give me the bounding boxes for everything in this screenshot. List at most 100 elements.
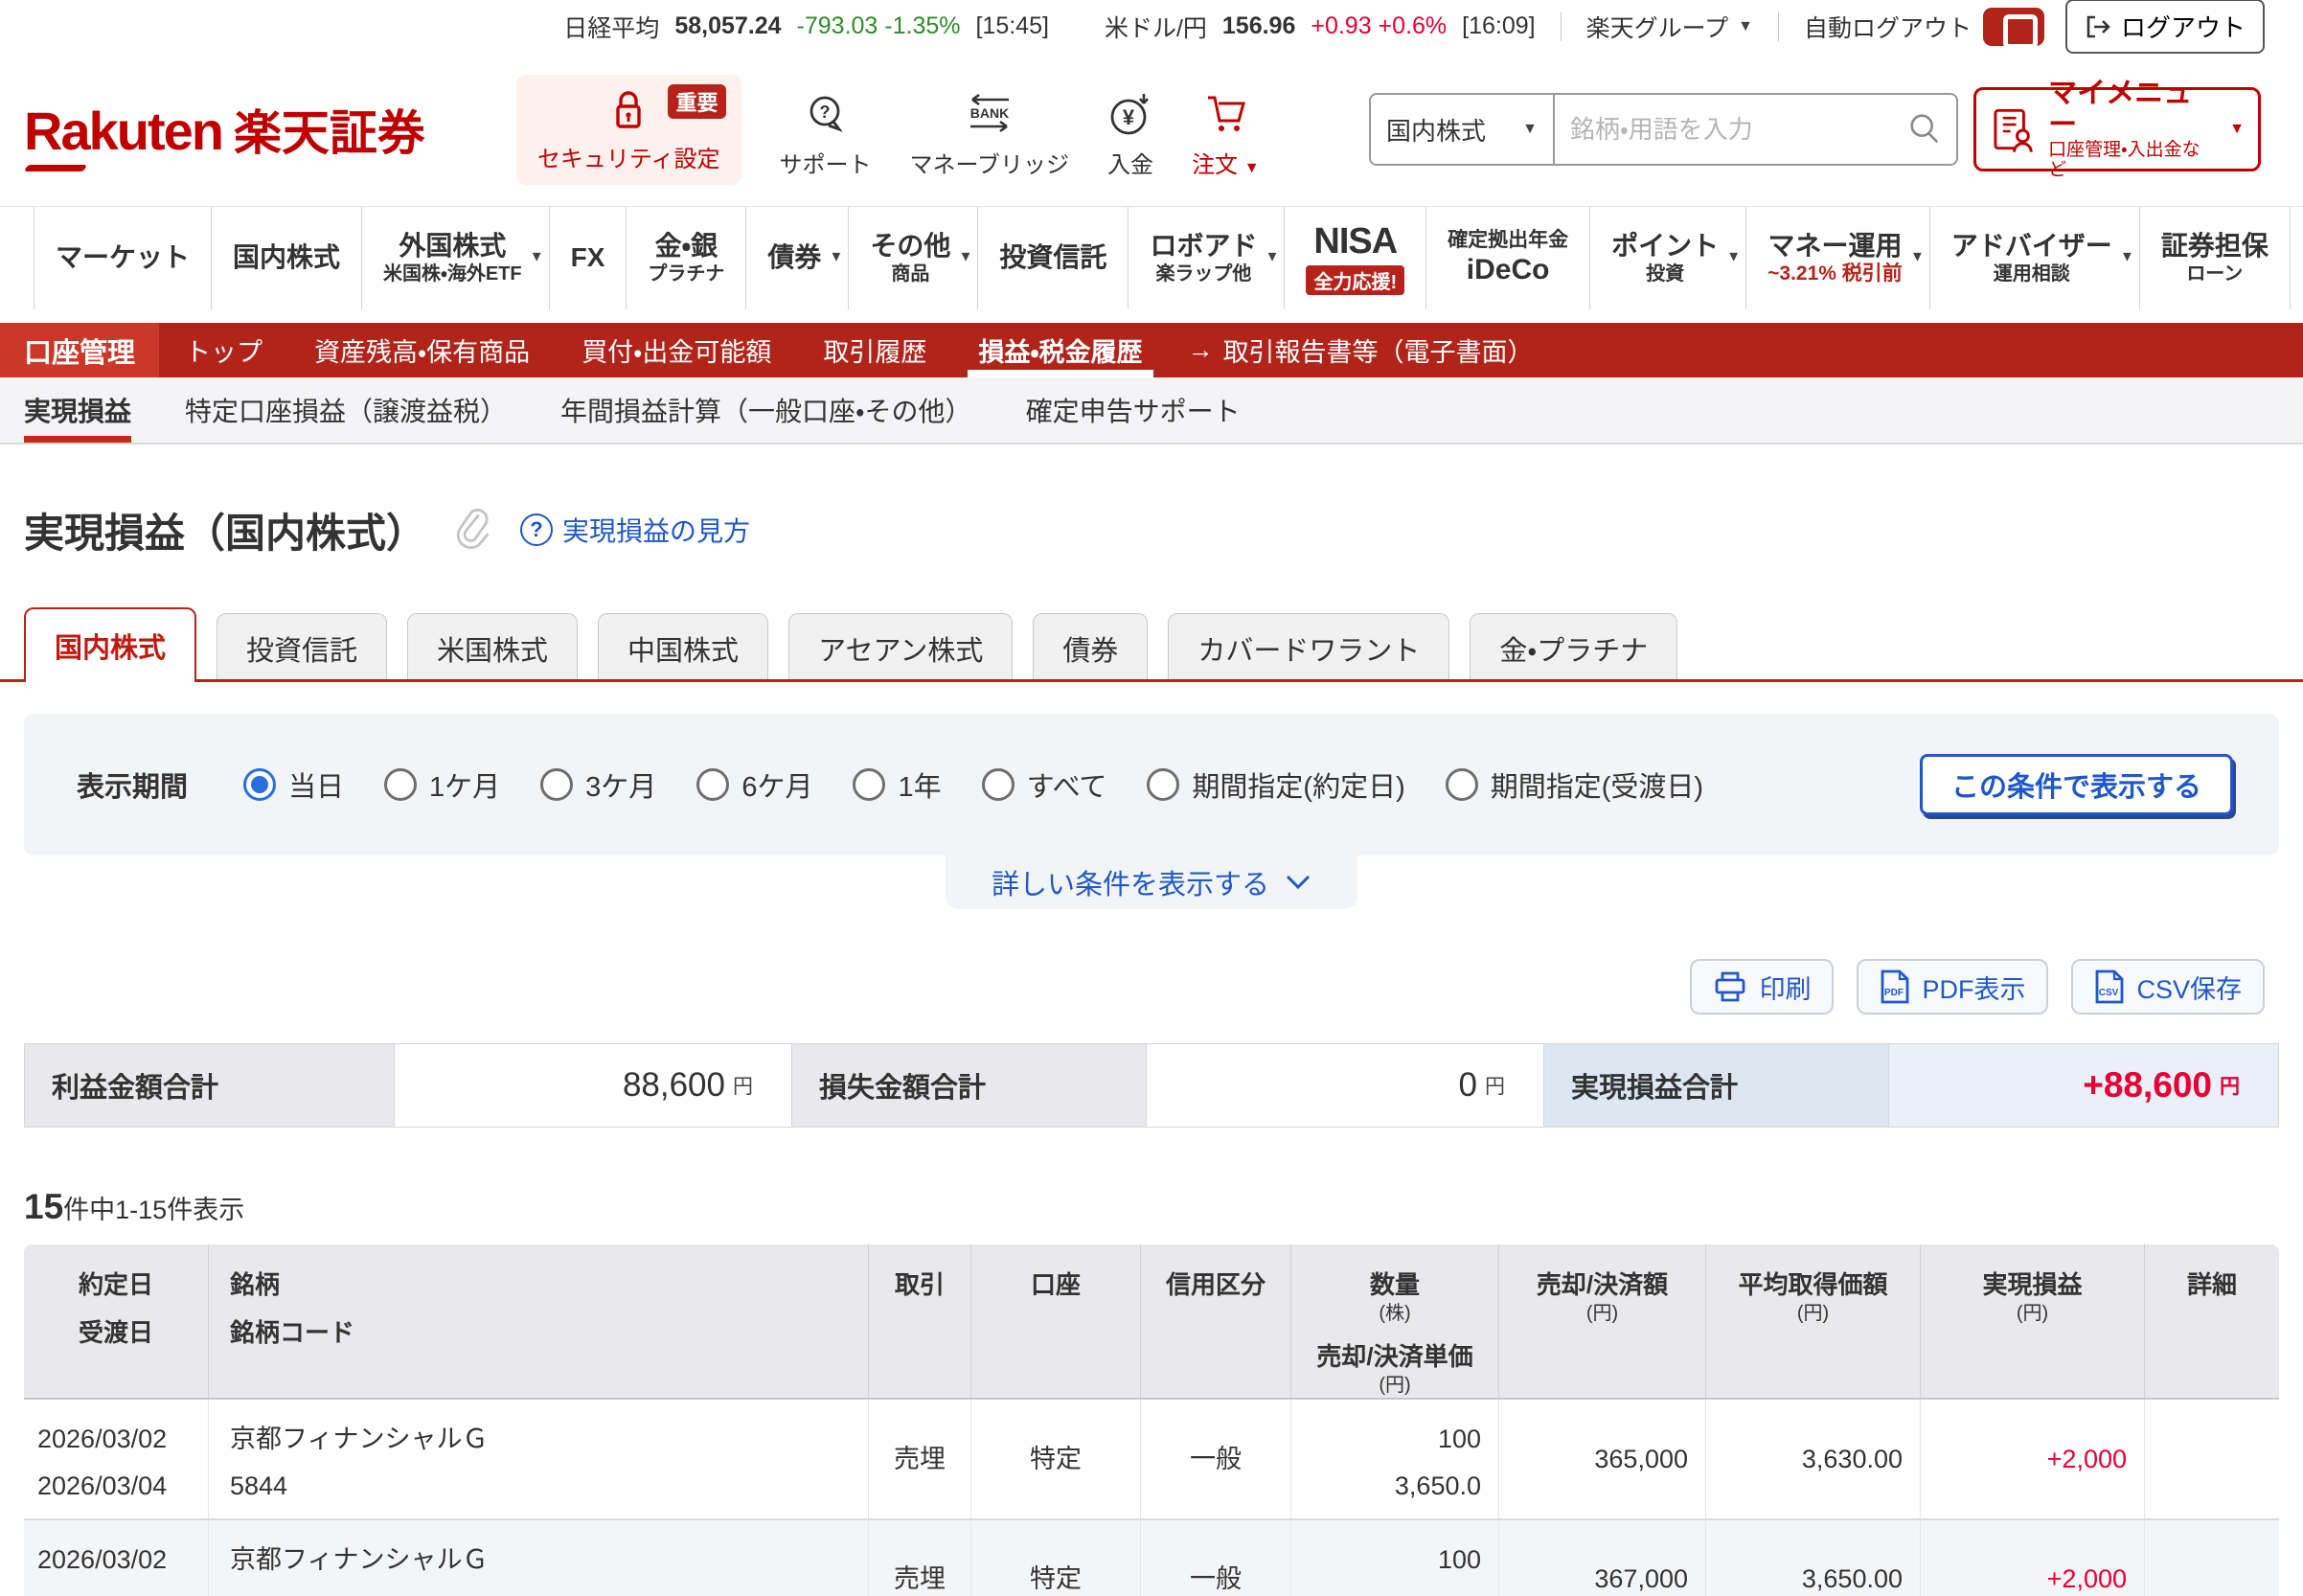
subnav-annual-pl-calc[interactable]: 年間損益計算（一般口座・その他）	[560, 377, 972, 443]
page-title: 実現損益（国内株式）	[24, 510, 427, 556]
realized-pl-help-link[interactable]: ? 実現損益の見方	[520, 511, 750, 549]
account-nav-top[interactable]: トップ	[159, 323, 288, 377]
nav-money-management[interactable]: マネー運用 ~3.21% 税引前 ▼	[1745, 207, 1929, 309]
realized-pl-total-value: +88,600 円	[1888, 1044, 2278, 1127]
nav-mutual-funds[interactable]: 投資信託	[977, 207, 1128, 309]
csv-file-icon: CSV	[2096, 969, 2124, 1004]
loss-total-value: 0 円	[1146, 1044, 1543, 1127]
table-header: 約定日 受渡日 銘柄 銘柄コード 取引 口座 信用区分 数量 (株) 売却/決済単価(…	[24, 1244, 2279, 1400]
account-nav-trade-history[interactable]: 取引履歴	[797, 323, 952, 377]
show-detailed-conditions-toggle[interactable]: 詳しい条件を表示する	[946, 855, 1357, 909]
auto-logout-toggle[interactable]	[1982, 7, 2044, 49]
pdf-view-button[interactable]: PDF PDF表示	[1857, 959, 2049, 1015]
period-option-1year[interactable]: 1年	[853, 764, 942, 805]
tab-mutual-funds[interactable]: 投資信託	[217, 613, 388, 682]
profit-total-label: 利益金額合計	[25, 1044, 394, 1127]
security-settings-button[interactable]: 重要 セキュリティ設定	[515, 74, 741, 185]
usdjpy-label: 米ドル/円	[1104, 14, 1207, 42]
tab-asean-stock[interactable]: アセアン株式	[788, 613, 1014, 682]
usdjpy-time: [16:09]	[1462, 12, 1536, 39]
tab-china-stock[interactable]: 中国株式	[598, 613, 769, 682]
deposit-button[interactable]: ¥ 入金	[1107, 75, 1153, 185]
account-nav-balance[interactable]: 資産残高・保有商品	[288, 323, 556, 377]
nav-other-products[interactable]: その他 商品 ▼	[848, 207, 977, 309]
nav-advisor[interactable]: アドバイザー 運用相談 ▼	[1928, 207, 2139, 309]
pl-summary-bar: 利益金額合計 88,600 円 損失金額合計 0 円 実現損益合計 +88,60…	[24, 1043, 2279, 1128]
nav-gold-platinum[interactable]: 金・銀 プラチナ	[626, 207, 745, 309]
nav-foreign-stock[interactable]: 外国株式 米国株・海外ETF ▼	[361, 207, 549, 309]
nav-ideco[interactable]: 確定拠出年金 iDeCo	[1425, 207, 1589, 309]
realized-pl-table: 約定日 受渡日 銘柄 銘柄コード 取引 口座 信用区分 数量 (株) 売却/決済単価(…	[24, 1244, 2279, 1596]
nav-nisa[interactable]: NISA 全力応援!	[1284, 207, 1425, 309]
col-type: 取引	[868, 1244, 970, 1398]
radio-icon	[384, 768, 418, 801]
order-button[interactable]: 注文 ▼	[1192, 75, 1260, 185]
col-amount: 売却/決済額 (円)	[1498, 1244, 1705, 1398]
nav-domestic-stock[interactable]: 国内株式	[211, 207, 361, 309]
col-dates: 約定日 受渡日	[78, 1270, 153, 1347]
subnav-tax-return-support[interactable]: 確定申告サポート	[1026, 377, 1241, 443]
subnav-specific-account-pl[interactable]: 特定口座損益（譲渡益税）	[185, 377, 507, 443]
csv-save-button[interactable]: CSV CSV保存	[2071, 959, 2265, 1015]
col-quantity: 数量 (株) 売却/決済単価 (円)	[1290, 1244, 1498, 1398]
search-icon[interactable]	[1906, 110, 1943, 148]
period-option-range-settle-date[interactable]: 期間指定(受渡日)	[1445, 764, 1703, 805]
print-button[interactable]: 印刷	[1690, 959, 1835, 1015]
svg-text:PDF: PDF	[1884, 988, 1904, 998]
yen-deposit-icon: ¥	[1110, 93, 1150, 134]
account-nav-home[interactable]: 口座管理	[0, 323, 159, 377]
period-option-1month[interactable]: 1ケ月	[384, 764, 500, 805]
nav-fx[interactable]: FX	[548, 207, 627, 309]
chevron-down-icon: ▼	[1738, 17, 1753, 34]
account-nav-buying-power[interactable]: 買付・出金可能額	[556, 323, 797, 377]
period-option-today[interactable]: 当日	[243, 764, 344, 805]
tab-bonds[interactable]: 債券	[1033, 613, 1149, 682]
radio-icon	[540, 768, 574, 801]
chat-question-icon: ?	[809, 96, 843, 132]
chevron-down-icon: ▼	[1522, 121, 1538, 137]
nav-securities-loan[interactable]: 証券担保 ローン	[2138, 207, 2291, 309]
divider	[1777, 11, 1779, 41]
export-actions: 印刷 PDF PDF表示 CSV CSV保存	[24, 959, 2265, 1015]
tab-covered-warrant[interactable]: カバードワラント	[1168, 613, 1450, 682]
radio-icon	[696, 768, 730, 801]
account-nav-pl-tax-history[interactable]: 損益・税金履歴	[952, 323, 1168, 377]
rakuten-securities-logo[interactable]: Rakuten 楽天証券	[23, 95, 425, 171]
support-button[interactable]: ? サポート	[780, 75, 872, 185]
period-option-all[interactable]: すべて	[981, 764, 1106, 805]
usdjpy-value: 156.96	[1221, 12, 1296, 39]
chevron-down-icon	[1286, 875, 1311, 890]
period-option-range-trade-date[interactable]: 期間指定(約定日)	[1147, 764, 1405, 805]
tab-gold-platinum[interactable]: 金・プラチナ	[1470, 613, 1678, 682]
apply-filter-button[interactable]: この条件で表示する	[1919, 754, 2233, 815]
nav-market[interactable]: マーケット	[34, 207, 211, 309]
money-bridge-button[interactable]: BANK マネーブリッジ	[910, 75, 1069, 185]
account-nav-trade-reports[interactable]: → 取引報告書等（電子書面）	[1169, 323, 1553, 377]
my-menu-button[interactable]: マイメニュー 口座管理・入出金など ▼	[1973, 78, 2261, 180]
detail-cell[interactable]	[2144, 1520, 2279, 1596]
cart-icon	[1208, 96, 1246, 131]
col-account: 口座	[970, 1244, 1140, 1398]
subnav-realized-pl[interactable]: 実現損益	[24, 377, 132, 443]
tab-domestic-stock[interactable]: 国内株式	[24, 607, 197, 682]
radio-icon	[243, 768, 277, 801]
nav-roboad[interactable]: ロボアド 楽ラップ他 ▼	[1128, 207, 1284, 309]
search-category-select[interactable]: 国内株式 ▼	[1371, 95, 1555, 164]
realized-pl-total-label: 実現損益合計	[1543, 1044, 1888, 1127]
logout-button[interactable]: ログアウト	[2064, 0, 2265, 54]
loss-total-label: 損失金額合計	[791, 1044, 1146, 1127]
period-option-6months[interactable]: 6ケ月	[696, 764, 812, 805]
svg-text:CSV: CSV	[2099, 988, 2119, 998]
rakuten-group-menu[interactable]: 楽天グループ ▼	[1586, 10, 1753, 44]
period-option-3months[interactable]: 3ケ月	[540, 764, 656, 805]
global-nav: マーケット 国内株式 外国株式 米国株・海外ETF ▼ FX 金・銀 プラチナ …	[0, 206, 2303, 309]
arrow-right-icon: →	[1187, 335, 1214, 364]
product-tabs: 国内株式 投資信託 米国株式 中国株式 アセアン株式 債券 カバードワラント 金…	[0, 607, 2303, 682]
logo-swoosh	[23, 165, 88, 171]
detail-cell[interactable]	[2144, 1400, 2279, 1518]
nav-bonds[interactable]: 債券 ▼	[745, 207, 848, 309]
chevron-down-icon: ▼	[829, 247, 844, 264]
tab-us-stock[interactable]: 米国株式	[407, 613, 579, 682]
nav-point-invest[interactable]: ポイント 投資 ▼	[1589, 207, 1745, 309]
search-input[interactable]	[1554, 95, 1906, 164]
